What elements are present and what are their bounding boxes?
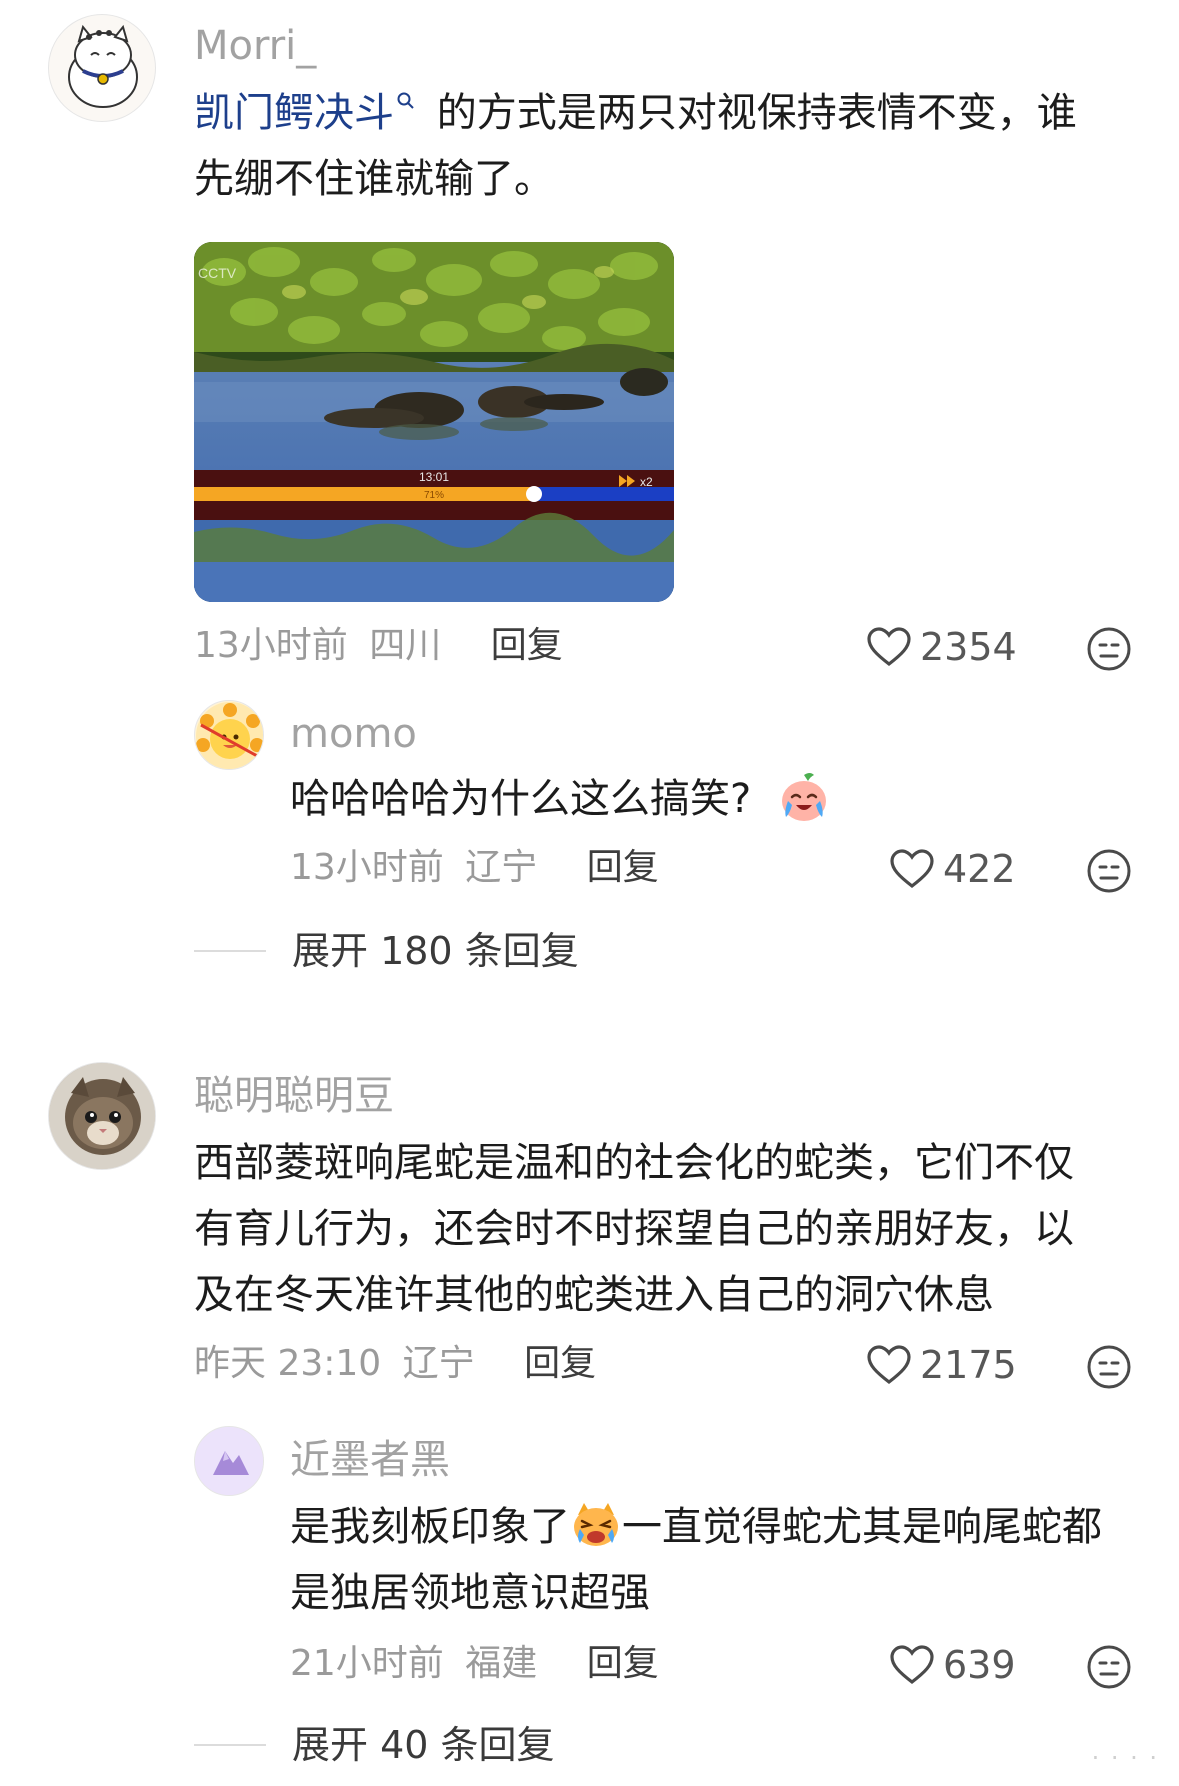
reply-button[interactable]: 回复: [587, 847, 659, 888]
like-count: 639: [943, 1643, 1016, 1687]
video-time: 13:01: [419, 470, 449, 484]
like-count: 422: [943, 847, 1016, 891]
dislike-button[interactable]: [1086, 1344, 1132, 1394]
comment-meta: 13小时前 四川 回复: [194, 628, 563, 664]
divider: [194, 950, 266, 952]
heart-outline-icon: [867, 627, 911, 667]
reply-meta: 21小时前 福建 回复: [290, 1646, 659, 1682]
comment-time: 13小时前: [194, 625, 348, 666]
like-button[interactable]: 639: [889, 1644, 1016, 1686]
like-button[interactable]: 2175: [866, 1344, 1017, 1386]
reply-location: 福建: [465, 1643, 538, 1684]
video-speed: x2: [640, 475, 653, 489]
comment-meta: 昨天 23:10 辽宁 回复: [194, 1346, 596, 1382]
dislike-button[interactable]: [1086, 626, 1132, 676]
neutral-face-icon: [1087, 1345, 1131, 1389]
reply-button[interactable]: 回复: [524, 1343, 596, 1384]
comment-text: 西部菱斑响尾蛇是温和的社会化的蛇类，它们不仅 有育儿行为，还会时不时探望自己的亲…: [194, 1140, 1074, 1318]
heart-outline-icon: [890, 1645, 934, 1685]
comment-text: 凯门鳄决斗 的方式是两只对视保持表情不变，谁 先绷不住谁就输了。: [194, 90, 1077, 202]
neutral-face-icon: [1087, 1645, 1131, 1689]
crying-cat-emoji: [574, 1503, 618, 1546]
like-count: 2175: [920, 1343, 1017, 1387]
avatar[interactable]: [194, 700, 264, 770]
dislike-button[interactable]: [1086, 848, 1132, 898]
reply-text: 哈哈哈哈为什么这么搞笑?: [290, 766, 1150, 832]
sun-mascot-avatar-icon: [196, 702, 263, 769]
search-superscript-icon: [397, 92, 414, 109]
heart-outline-icon: [867, 1345, 911, 1385]
comment-thread: Morri_ 凯门鳄决斗 的方式是两只对视保持表情不变，谁 先绷不住谁就输了。: [0, 0, 1179, 1786]
video-thumbnail[interactable]: 13:01 71% x2 CCTV: [194, 242, 674, 602]
heart-outline-icon: [890, 849, 934, 889]
like-button[interactable]: 2354: [866, 626, 1017, 668]
channel-logo: CCTV: [198, 265, 237, 281]
comment-author[interactable]: 聪明聪明豆: [194, 1076, 394, 1116]
reply-button[interactable]: 回复: [587, 1643, 659, 1684]
reply-time: 13小时前: [290, 847, 444, 888]
reply-location: 辽宁: [465, 847, 538, 888]
neutral-face-icon: [1087, 627, 1131, 671]
expand-replies-button[interactable]: 展开 180 条回复: [194, 932, 579, 970]
neutral-face-icon: [1087, 849, 1131, 893]
avatar[interactable]: [194, 1426, 264, 1496]
crying-laughing-peach-emoji: [781, 773, 826, 821]
reply-time: 21小时前: [290, 1643, 444, 1684]
search-link[interactable]: 凯门鳄决斗: [194, 90, 416, 136]
comment-location: 辽宁: [402, 1343, 475, 1384]
comment-author[interactable]: Morri_: [194, 26, 316, 66]
reply-meta: 13小时前 辽宁 回复: [290, 850, 659, 886]
video-progress-label: 71%: [424, 490, 444, 501]
purple-mountain-avatar-icon: [195, 1427, 263, 1495]
reply-text: 是我刻板印象了 一直觉得蛇尤其是响尾蛇都 是独居领地意识超强: [290, 1494, 1170, 1626]
lucky-cat-avatar-icon: [68, 24, 138, 108]
divider: [194, 1744, 266, 1746]
watermark: · · · ·: [1091, 1744, 1159, 1772]
kitten-avatar-icon: [49, 1063, 155, 1169]
expand-replies-button[interactable]: 展开 40 条回复: [194, 1726, 555, 1764]
dislike-button[interactable]: [1086, 1644, 1132, 1694]
like-count: 2354: [920, 625, 1017, 669]
reply-author[interactable]: 近墨者黑: [290, 1440, 450, 1480]
like-button[interactable]: 422: [889, 848, 1016, 890]
avatar[interactable]: [48, 14, 156, 122]
reply-author[interactable]: momo: [290, 714, 417, 754]
avatar[interactable]: [48, 1062, 156, 1170]
crocodile-video-frame: 13:01 71% x2 CCTV: [194, 242, 674, 602]
comment-location: 四川: [369, 625, 442, 666]
reply-button[interactable]: 回复: [491, 625, 563, 666]
comment-time: 昨天 23:10: [194, 1343, 382, 1384]
